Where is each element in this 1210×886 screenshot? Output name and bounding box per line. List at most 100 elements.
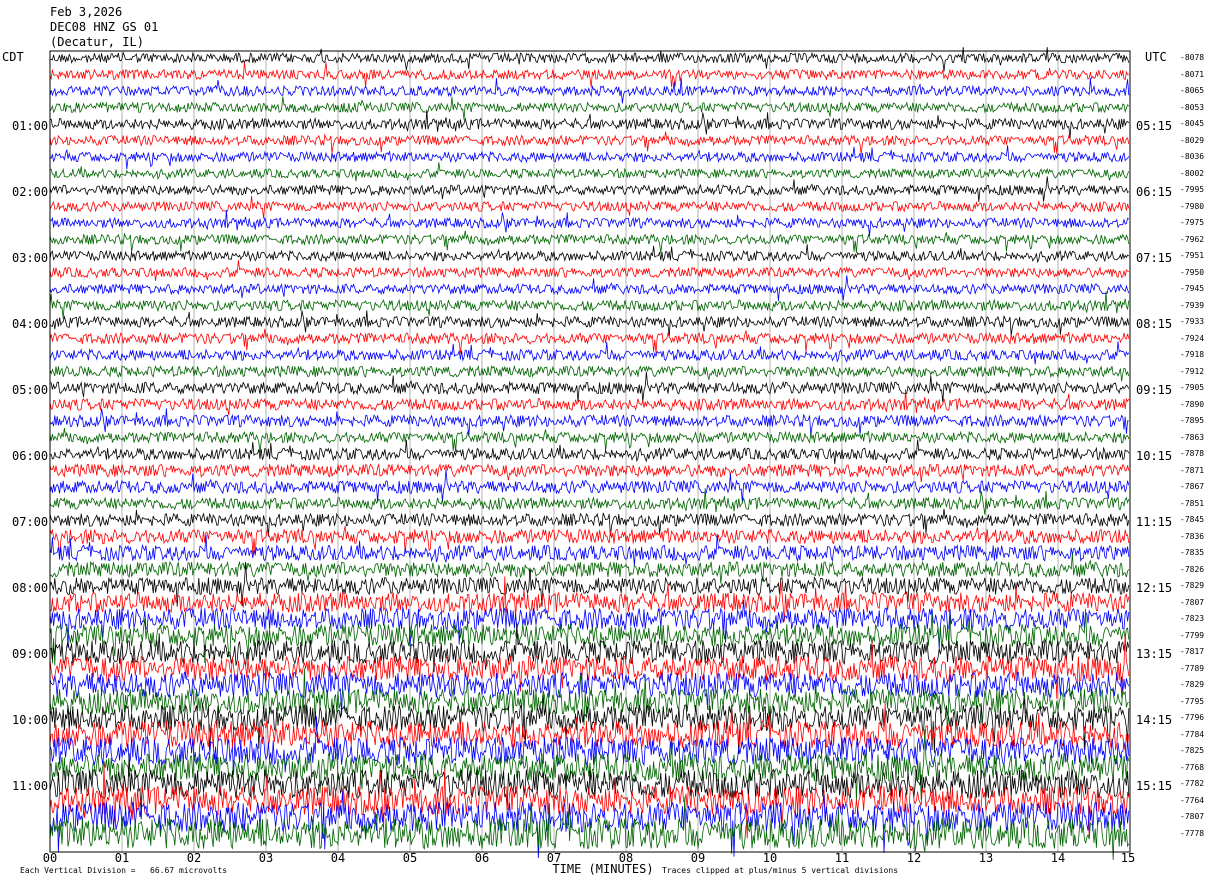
trace-count-label: -8002: [1180, 168, 1205, 178]
seismic-trace: [49, 364, 1130, 382]
seismic-trace: [49, 389, 1130, 416]
left-hour-label: 04:00: [12, 317, 49, 331]
seismic-trace: [49, 62, 1129, 88]
x-tick-label: 09: [690, 851, 706, 865]
trace-count-label: -7807: [1180, 812, 1205, 821]
trace-count-label: -8071: [1180, 69, 1205, 79]
seismogram-plot: [49, 47, 1131, 860]
right-hour-label: 06:15: [1136, 185, 1173, 199]
trace-count-label: -7789: [1180, 663, 1205, 673]
seismic-trace: [49, 145, 1130, 170]
seismic-trace: [49, 371, 1130, 403]
x-tick-label: 12: [906, 851, 922, 865]
seismic-trace: [49, 209, 1130, 237]
left-hour-label: 11:00: [12, 779, 49, 793]
trace-count-label: -7895: [1180, 416, 1205, 425]
x-tick-label: 14: [1050, 851, 1066, 865]
trace-count-label: -7795: [1180, 696, 1205, 706]
right-hour-label: 14:15: [1136, 713, 1173, 727]
trace-count-label: -7829: [1180, 581, 1205, 590]
trace-count-label: -7995: [1180, 185, 1205, 194]
trace-count-label: -7784: [1180, 729, 1205, 739]
right-hour-label: 11:15: [1136, 515, 1173, 529]
trace-count-label: -7836: [1180, 531, 1205, 541]
left-hour-label: 03:00: [12, 251, 49, 265]
seismic-trace: [49, 230, 1130, 254]
trace-count-label: -7782: [1180, 779, 1205, 788]
seismic-trace: [49, 439, 1130, 465]
seismic-trace: [49, 176, 1130, 202]
trace-count-label: -7950: [1180, 267, 1205, 277]
x-tick-label: 15: [1120, 851, 1136, 865]
trace-count-label: -7933: [1180, 317, 1205, 326]
right-hour-label: 08:15: [1136, 317, 1173, 331]
x-tick-label: 13: [978, 851, 994, 865]
seismic-trace: [49, 244, 1130, 264]
left-hour-label: 05:00: [12, 383, 49, 397]
x-tick-label: 04: [330, 851, 346, 865]
seismic-trace: [49, 341, 1130, 365]
trace-count-label: -8045: [1180, 119, 1205, 128]
trace-count-label: -7807: [1180, 597, 1205, 607]
trace-count-label: -8065: [1180, 86, 1205, 95]
seismic-trace: [49, 195, 1130, 219]
left-hour-label: 06:00: [12, 449, 49, 463]
right-hour-label: 15:15: [1136, 779, 1173, 793]
right-hour-label: 12:15: [1136, 581, 1173, 595]
seismic-trace: [49, 427, 1130, 453]
trace-count-label: -7845: [1180, 515, 1205, 524]
trace-count-label: -7764: [1180, 795, 1205, 805]
seismic-trace: [49, 109, 1130, 139]
trace-count-label: -7799: [1180, 630, 1205, 640]
trace-count-label: -8053: [1180, 102, 1205, 112]
vertical-scale-note: Each Vertical Division = 66.67 microvolt…: [20, 866, 228, 875]
trace-count-label: -7962: [1180, 234, 1205, 244]
x-tick-label: 06: [474, 851, 490, 865]
trace-count-label: -7918: [1180, 350, 1205, 359]
left-hour-label: 10:00: [12, 713, 49, 727]
seismic-trace: [49, 553, 1130, 584]
x-tick-label: 01: [114, 851, 130, 865]
right-hour-label: 10:15: [1136, 449, 1173, 463]
left-hour-label: 09:00: [12, 647, 49, 661]
clipping-note: Traces clipped at plus/minus 5 vertical …: [662, 866, 899, 875]
trace-count-label: -7905: [1180, 383, 1205, 392]
seismic-trace: [49, 576, 1130, 622]
trace-count-label: -7878: [1180, 449, 1205, 458]
x-tick-label: 11: [834, 851, 850, 865]
trace-count-label: -8036: [1180, 152, 1205, 161]
trace-count-label: -7939: [1180, 300, 1205, 310]
trace-count-label: -7778: [1180, 828, 1205, 838]
trace-count-label: -7851: [1180, 498, 1205, 508]
right-hour-label: 05:15: [1136, 119, 1173, 133]
seismogram-traces: [49, 47, 1130, 860]
seismic-trace: [49, 488, 1130, 515]
x-tick-label: 00: [42, 851, 58, 865]
trace-count-label: -8078: [1180, 53, 1205, 62]
right-hour-label: 13:15: [1136, 647, 1173, 661]
trace-count-label: -7980: [1180, 201, 1205, 211]
trace-count-label: -7768: [1180, 762, 1205, 772]
trace-count-label: -7829: [1180, 680, 1205, 689]
seismic-trace: [49, 328, 1130, 354]
x-tick-label: 10: [762, 851, 778, 865]
trace-count-label: -7951: [1180, 251, 1205, 260]
left-hour-label: 07:00: [12, 515, 49, 529]
seismic-trace: [49, 291, 1130, 319]
trace-count-label: -7863: [1180, 432, 1205, 442]
seismic-trace: [49, 260, 1129, 282]
trace-count-label: -7835: [1180, 548, 1205, 557]
x-tick-label: 05: [402, 851, 418, 865]
trace-count-label: -7890: [1180, 399, 1205, 409]
x-tick-label: 03: [258, 851, 274, 865]
x-tick-label: 02: [186, 851, 202, 865]
x-axis-title: TIME (MINUTES): [552, 862, 654, 876]
trace-count-label: -7945: [1180, 284, 1205, 293]
left-hour-label: 02:00: [12, 185, 49, 199]
left-hour-label: 01:00: [12, 119, 49, 133]
trace-count-label: -7823: [1180, 614, 1205, 623]
trace-count-label: -7975: [1180, 218, 1205, 227]
right-hour-label: 09:15: [1136, 383, 1173, 397]
left-hour-label: 08:00: [12, 581, 49, 595]
seismic-trace: [49, 408, 1129, 437]
